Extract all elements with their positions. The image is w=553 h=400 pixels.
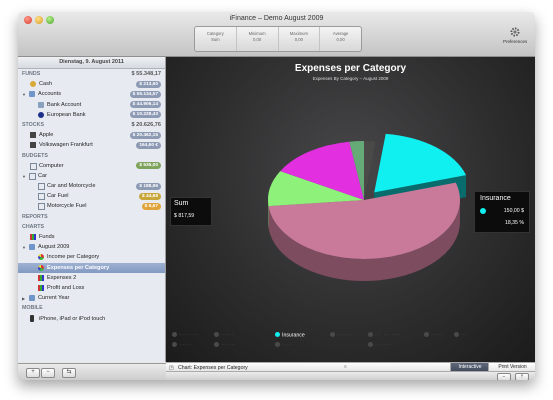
gear-icon [510, 27, 520, 37]
resize-grip-icon[interactable]: ≡ [344, 364, 347, 370]
sidebar-item-motorcycle-fuel[interactable]: Motorcycle Fuel $ 6,67 [18, 201, 165, 211]
section-reports: REPORTS [22, 213, 48, 220]
legend-item[interactable]: ······ ····· [172, 332, 199, 339]
chart-name-label: Chart: Expenses per Category [178, 364, 248, 371]
sidebar-item-european-bank[interactable]: European Bank $ 10.228,43 [18, 110, 165, 120]
disclosure-down-icon[interactable]: ▼ [22, 174, 26, 179]
sidebar-item-expenses-2[interactable]: Expenses 2 [18, 273, 165, 283]
summary-average: Average 0,00 [332, 31, 349, 42]
summary-panel: Category Sum Minimum 0,00 Maximum 0,00 Aver… [194, 26, 362, 52]
summary-minimum: Minimum 0,00 [237, 27, 279, 51]
summary-category: Category Sum [195, 27, 237, 51]
preferences-button[interactable]: Preferences [503, 26, 527, 44]
stock-icon [30, 132, 36, 139]
pie-chart-icon [38, 264, 44, 271]
pie-slice-communication[interactable] [364, 141, 376, 200]
budget-icon [38, 203, 45, 211]
budget-icon [30, 162, 37, 170]
app-window: iFinance – Demo August 2009 Category Sum … [18, 12, 535, 380]
sidebar: Dienstag, 9. August 2011 FUNDS $ 55.348,… [18, 57, 166, 362]
stock-icon [30, 142, 36, 149]
bar-chart-icon [38, 284, 44, 291]
preferences-label: Preferences [503, 39, 528, 44]
legend-item[interactable]: ········ [330, 332, 351, 339]
budget-icon [29, 172, 36, 180]
section-stocks: STOCKS $ 20.626,76 [22, 121, 161, 128]
sum-box: Sum $ 817,59 [170, 197, 212, 226]
sidebar-item-expenses-per-category[interactable]: Expenses per Category [18, 262, 165, 273]
section-budgets: BUDGETS [22, 152, 48, 159]
sidebar-item-profit-and-loss[interactable]: Profit and Loss [18, 283, 165, 293]
sidebar-item-funds-chart[interactable]: Funds [18, 232, 165, 242]
legend-item[interactable]: ········ [214, 332, 235, 339]
sync-button[interactable]: ⇆ [62, 368, 76, 378]
folder-icon [29, 295, 35, 302]
sidebar-item-accounts[interactable]: ▼ Accounts $ 55.134,57 [18, 89, 165, 99]
tooltip-percent: 18,35 % [504, 220, 524, 226]
sidebar-item-car-and-motorcycle[interactable]: Car and Motorcycle $ 188,96 [18, 181, 165, 191]
remove-button[interactable]: − [41, 368, 55, 378]
folder-icon [29, 91, 35, 98]
pie-chart-icon [38, 254, 44, 261]
summary-maximum: Maximum 0,00 [279, 27, 321, 51]
section-charts: CHARTS [22, 223, 45, 230]
sidebar-toolbar: + − ⇆ [18, 363, 166, 380]
folder-icon [29, 244, 35, 251]
sidebar-date: Dienstag, 9. August 2011 [18, 57, 165, 69]
sidebar-item-volkswagen[interactable]: Volkswagen Frankfurt 164,60 € [18, 140, 165, 150]
budget-icon [38, 183, 45, 191]
legend-item[interactable]: ······· [275, 342, 294, 349]
sidebar-item-cash[interactable]: Cash $ 213,60 [18, 79, 165, 89]
minus-button[interactable]: − [497, 373, 511, 380]
chart-legend: ······ ····· ········ Insurance ········… [170, 332, 532, 349]
add-button[interactable]: + [26, 368, 40, 378]
legend-item[interactable]: ······ [424, 332, 441, 339]
tooltip-value: 150,00 $ [503, 208, 524, 214]
sidebar-item-iphone[interactable]: iPhone, iPad or iPod touch [18, 314, 165, 324]
export-button[interactable]: ⇡ [515, 373, 529, 380]
legend-item[interactable]: ···· ···· ····· [368, 332, 400, 339]
sum-value: $ 817,59 [174, 213, 195, 219]
sidebar-item-bank-account[interactable]: Bank Account $ 44.906,14 [18, 100, 165, 110]
sidebar-item-computer[interactable]: Computer $ 535,00 [18, 161, 165, 171]
budget-icon [38, 193, 45, 201]
sidebar-item-car[interactable]: ▼ Car [18, 171, 165, 181]
disclosure-down-icon[interactable]: ▼ [22, 92, 26, 97]
sidebar-item-income-per-category[interactable]: Income per Category [18, 252, 165, 262]
sum-label: Sum [174, 200, 189, 207]
bank-icon [38, 101, 44, 108]
sidebar-item-august-2009[interactable]: ▼ August 2009 [18, 242, 165, 252]
coin-icon [30, 81, 36, 88]
phone-icon [30, 315, 34, 322]
sidebar-item-apple[interactable]: Apple $ 20.462,15 [18, 130, 165, 140]
window-title: iFinance – Demo August 2009 [229, 15, 324, 22]
bar-chart-icon [38, 274, 44, 281]
sidebar-item-car-fuel[interactable]: Car Fuel $ 44,68 [18, 191, 165, 201]
sidebar-item-current-year[interactable]: ▶ Current Year [18, 293, 165, 303]
chart-area: Expenses per Category Expenses By Catego… [166, 57, 535, 362]
legend-item[interactable]: ········· [368, 342, 391, 349]
section-mobile: MOBILE [22, 305, 43, 312]
legend-item[interactable]: ········ [214, 342, 235, 349]
main-toolbar: − ⇡ [166, 371, 535, 380]
tooltip-color-dot [480, 208, 486, 214]
euro-flag-icon [38, 111, 44, 118]
insurance-tooltip: Insurance 150,00 $ 18,35 % [474, 191, 530, 233]
section-funds: FUNDS $ 55.348,17 [22, 71, 161, 77]
tooltip-title: Insurance [480, 195, 511, 202]
legend-item-insurance[interactable]: Insurance [275, 332, 305, 339]
disclosure-right-icon[interactable]: ▶ [22, 296, 25, 301]
legend-item[interactable]: ··· [454, 332, 466, 339]
legend-item[interactable]: ······· [172, 342, 191, 349]
disclosure-down-icon[interactable]: ▼ [22, 245, 26, 250]
title-bar: iFinance – Demo August 2009 Category Sum … [18, 12, 535, 57]
chart-icon [30, 234, 36, 240]
